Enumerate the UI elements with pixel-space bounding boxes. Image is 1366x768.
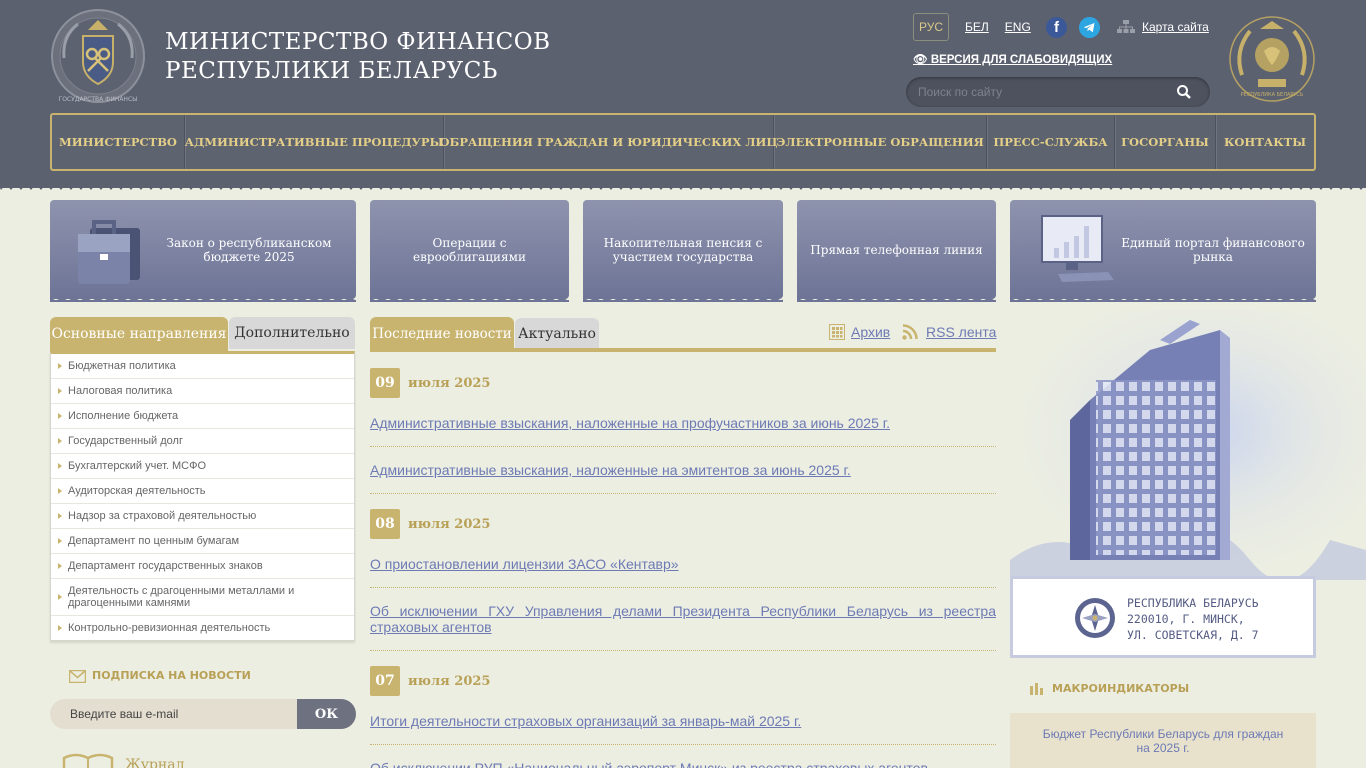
- directions-menu: Бюджетная политика Налоговая политика Ис…: [50, 351, 355, 641]
- low-vision-label: ВЕРСИЯ ДЛЯ СЛАБОВИДЯЩИХ: [930, 54, 1113, 66]
- tab-actual[interactable]: Актуально: [515, 318, 599, 350]
- menu-item-accounting[interactable]: Бухгалтерский учет. МСФО: [51, 454, 354, 479]
- ministry-emblem-logo[interactable]: ГОСУДАРСТВА ФИНАНСЫ: [50, 6, 146, 106]
- address-line1: РЕСПУБЛИКА БЕЛАРУСЬ: [1127, 596, 1259, 610]
- news-date-month: июля 2025: [408, 674, 491, 689]
- news-date-day: 07: [370, 666, 400, 696]
- nav-press-service[interactable]: ПРЕСС-СЛУЖБА: [987, 115, 1115, 169]
- subscribe-title: ПОДПИСКА НА НОВОСТИ: [92, 669, 251, 682]
- low-vision-version-link[interactable]: 👁 ВЕРСИЯ ДЛЯ СЛАБОВИДЯЩИХ: [913, 52, 1112, 66]
- nav-citizen-appeals[interactable]: ОБРАЩЕНИЯ ГРАЖДАН И ЮРИДИЧЕСКИХ ЛИЦ: [440, 115, 777, 169]
- monitor-chart-icon: [1041, 215, 1114, 282]
- main-nav: МИНИСТЕРСТВО АДМИНИСТРАТИВНЫЕ ПРОЦЕДУРЫ …: [50, 113, 1316, 171]
- nav-electronic-appeals[interactable]: ЭЛЕКТРОННЫЕ ОБРАЩЕНИЯ: [774, 115, 987, 169]
- menu-item-control-audit[interactable]: Контрольно-ревизионная деятельность: [51, 616, 354, 640]
- svg-text:РЕСПУБЛИКА БЕЛАРУСЬ: РЕСПУБЛИКА БЕЛАРУСЬ: [1241, 92, 1304, 98]
- news-divider: [370, 744, 996, 745]
- macroindicators-title: МАКРОИНДИКАТОРЫ: [1052, 682, 1190, 695]
- news-item-link[interactable]: Итоги деятельности страховых организаций…: [370, 713, 996, 729]
- lang-bel[interactable]: БЕЛ: [965, 20, 989, 34]
- journal-link[interactable]: Журнал: [125, 757, 185, 768]
- address-box[interactable]: РЕСПУБЛИКА БЕЛАРУСЬ 220010, г. МИНСК, ул…: [1010, 576, 1316, 658]
- news-item-link[interactable]: Административные взыскания, наложенные н…: [370, 415, 996, 431]
- email-input[interactable]: [70, 706, 290, 722]
- archive-link[interactable]: Архив: [851, 324, 890, 340]
- news-date-month: июля 2025: [408, 376, 491, 391]
- banner-eurobonds[interactable]: Операции с еврооблигациями: [370, 200, 569, 302]
- banner-hotline-label: Прямая телефонная линия: [810, 242, 983, 257]
- news-divider: [370, 587, 996, 588]
- banner-financial-portal[interactable]: Единый портал финансового рынка: [1010, 200, 1316, 302]
- macroindicators-box: Бюджет Республики Беларусь для граждан н…: [1010, 713, 1316, 768]
- lang-eng[interactable]: ENG: [1005, 20, 1031, 34]
- citizens-budget-link[interactable]: Бюджет Республики Беларусь для граждан н…: [1038, 727, 1288, 755]
- menu-item-state-signs[interactable]: Департамент государственных знаков: [51, 554, 354, 579]
- nav-admin-procedures[interactable]: АДМИНИСТРАТИВНЫЕ ПРОЦЕДУРЫ: [185, 115, 444, 169]
- address-line3: ул. СОВЕТСКАЯ, д. 7: [1127, 628, 1259, 642]
- language-switcher: РУС БЕЛ ENG: [913, 13, 1047, 41]
- subscribe-ok-button[interactable]: ОК: [297, 699, 356, 729]
- search-box: [906, 77, 1210, 107]
- site-title-line1: МИНИСТЕРСТВО ФИНАНСОВ: [165, 29, 551, 55]
- menu-item-budget-execution[interactable]: Исполнение бюджета: [51, 404, 354, 429]
- banner-budget-law-label: Закон о республиканском бюджете 2025: [166, 235, 332, 264]
- address-text: РЕСПУБЛИКА БЕЛАРУСЬ 220010, г. МИНСК, ул…: [1127, 595, 1259, 643]
- banner-pension-label: Накопительная пенсия с участием государс…: [603, 235, 763, 264]
- rss-link[interactable]: RSS лента: [926, 324, 996, 340]
- menu-item-public-debt[interactable]: Государственный долг: [51, 429, 354, 454]
- banner-pension[interactable]: Накопительная пенсия с участием государс…: [583, 200, 783, 302]
- menu-item-precious-metals[interactable]: Деятельность с драгоценными металлами и …: [51, 579, 354, 616]
- banner-hotline[interactable]: Прямая телефонная линия: [797, 200, 996, 302]
- open-book-icon: [62, 753, 114, 768]
- menu-item-securities[interactable]: Департамент по ценным бумагам: [51, 529, 354, 554]
- banner-eurobonds-label: Операции с еврооблигациями: [413, 235, 526, 264]
- belarus-coat-of-arms-logo[interactable]: РЕСПУБЛИКА БЕЛАРУСЬ: [1228, 15, 1316, 103]
- envelope-icon: [69, 670, 86, 683]
- menu-item-budget-policy[interactable]: Бюджетная политика: [51, 354, 354, 379]
- news-date-day: 08: [370, 509, 400, 539]
- news-item-link[interactable]: Об исключении РУП «Национальный аэропорт…: [370, 760, 996, 768]
- nav-gov-bodies[interactable]: ГОСОРГАНЫ: [1115, 115, 1216, 169]
- svg-text:ГОСУДАРСТВА ФИНАНСЫ: ГОСУДАРСТВА ФИНАНСЫ: [59, 96, 138, 103]
- banner-budget-law[interactable]: Закон о республиканском бюджете 2025: [50, 200, 356, 302]
- tab-latest-news[interactable]: Последние новости: [370, 317, 514, 351]
- site-title[interactable]: МИНИСТЕРСТВО ФИНАНСОВ РЕСПУБЛИКИ БЕЛАРУС…: [165, 28, 585, 86]
- news-divider: [370, 650, 996, 651]
- eye-icon: 👁: [913, 54, 928, 66]
- news-divider: [370, 446, 996, 447]
- sitemap-icon: [1117, 20, 1135, 33]
- news-date-day: 09: [370, 368, 400, 398]
- telegram-icon[interactable]: [1079, 17, 1100, 38]
- search-icon[interactable]: [1176, 84, 1192, 100]
- briefcase-icon: [78, 220, 140, 284]
- news-item-link[interactable]: Об исключении ГХУ Управления делами През…: [370, 603, 996, 635]
- email-box: [50, 699, 298, 729]
- news-tabs-underline: [370, 348, 996, 352]
- menu-item-audit[interactable]: Аудиторская деятельность: [51, 479, 354, 504]
- compass-icon: [1075, 598, 1115, 638]
- news-item-link[interactable]: Административные взыскания, наложенные н…: [370, 462, 996, 478]
- rss-icon: [902, 324, 918, 340]
- address-line2: 220010, г. МИНСК,: [1127, 612, 1245, 626]
- menu-item-insurance-supervision[interactable]: Надзор за страховой деятельностью: [51, 504, 354, 529]
- lang-rus[interactable]: РУС: [913, 13, 950, 41]
- news-divider: [370, 493, 996, 494]
- tab-main-directions[interactable]: Основные направления: [50, 317, 228, 351]
- archive-grid-icon: [829, 324, 845, 340]
- nav-contacts[interactable]: КОНТАКТЫ: [1216, 115, 1314, 169]
- news-date-month: июля 2025: [408, 517, 491, 532]
- tab-additional[interactable]: Дополнительно: [229, 317, 355, 349]
- ministry-building-image: [1010, 310, 1366, 580]
- bar-chart-icon: [1030, 683, 1043, 695]
- sitemap-link[interactable]: Карта сайта: [1142, 20, 1209, 34]
- facebook-icon[interactable]: f: [1046, 17, 1067, 38]
- menu-item-tax-policy[interactable]: Налоговая политика: [51, 379, 354, 404]
- header-zigzag-edge: [0, 180, 1366, 190]
- site-title-line2: РЕСПУБЛИКИ БЕЛАРУСЬ: [165, 58, 498, 84]
- news-item-link[interactable]: О приостановлении лицензии ЗАСО «Кентавр…: [370, 556, 996, 572]
- search-input[interactable]: [918, 83, 1168, 101]
- banner-financial-portal-label: Единый портал финансового рынка: [1121, 235, 1305, 264]
- nav-ministry[interactable]: МИНИСТЕРСТВО: [52, 115, 185, 169]
